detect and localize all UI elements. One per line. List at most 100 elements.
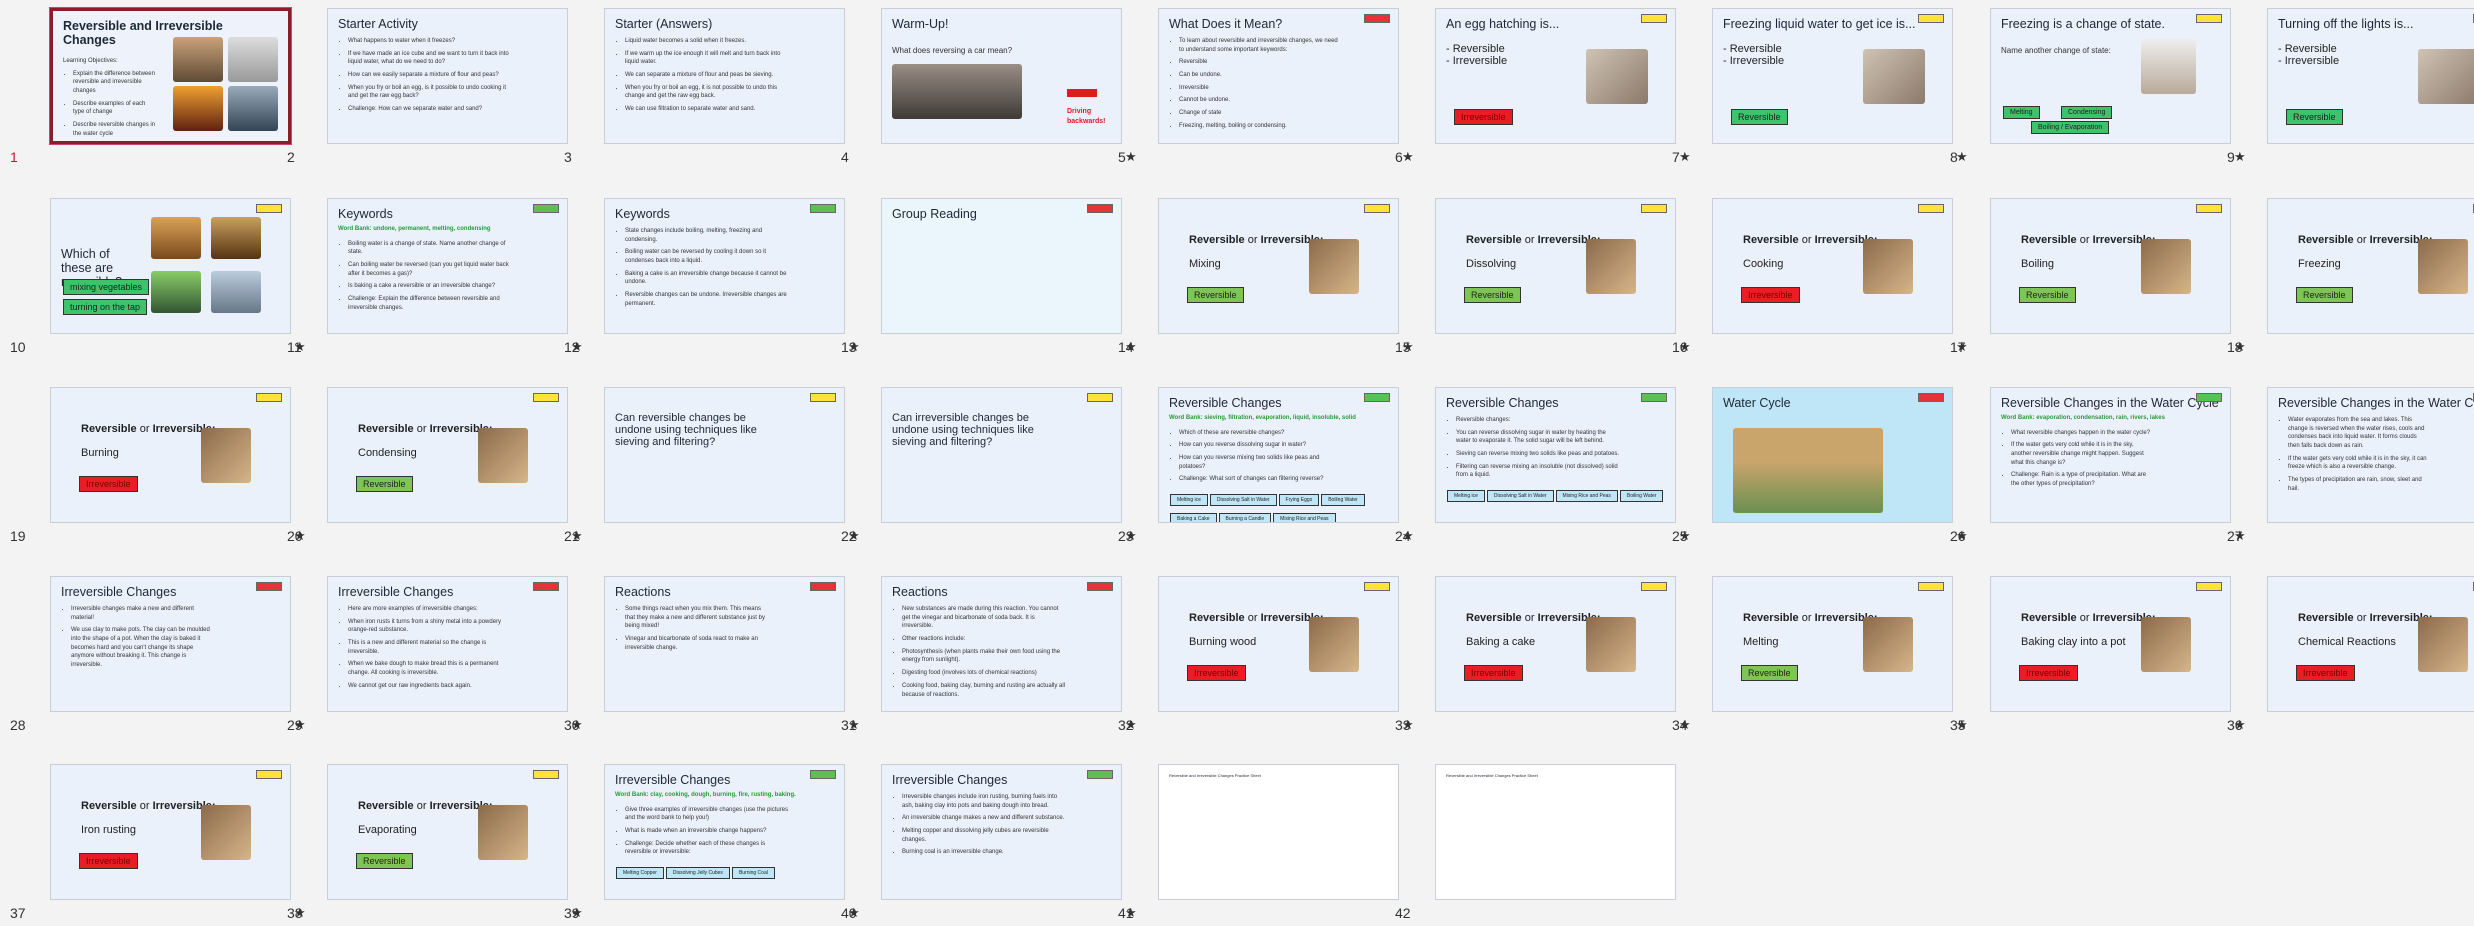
slide-number: 36 xyxy=(2227,717,2243,733)
slide-number: 23 xyxy=(1118,528,1134,544)
slide-text-list: State changes include boiling, melting, … xyxy=(615,227,790,309)
slide-bullet: Photosynthesis (when plants make their o… xyxy=(902,648,1067,665)
slide-image xyxy=(2418,617,2468,672)
slide-thumbnail[interactable]: What Does it Mean? To learn about reversi… xyxy=(1158,8,1399,144)
slide-thumbnail[interactable]: Irreversible Changes Word Bank: clay, coo… xyxy=(604,764,845,900)
slide-thumbnail[interactable]: Freezing liquid water to get ice is... - … xyxy=(1712,8,1953,144)
slide-thumbnail[interactable]: Reversible or Irreversible: Baking a cake… xyxy=(1435,576,1676,712)
label-or: or xyxy=(2076,612,2093,624)
slide-thumbnail[interactable]: Irreversible Changes Here are more exampl… xyxy=(327,576,568,712)
slide-thumbnail[interactable]: Reactions New substances are made during … xyxy=(881,576,1122,712)
label-tag xyxy=(1641,393,1667,402)
slide-content: Starter (Answers) Liquid water becomes a … xyxy=(605,9,844,143)
label-tag xyxy=(256,204,282,213)
answer-badge: Irreversible xyxy=(79,476,138,492)
answer-badge: Irreversible xyxy=(1187,665,1246,681)
slide-content: Keywords State changes include boiling, m… xyxy=(605,199,844,333)
option-chip: Mixing Rice and Peas xyxy=(1555,490,1618,503)
slide-thumbnail[interactable]: Reversible Changes in the Water Cycle Wat… xyxy=(2267,387,2474,523)
slide-image xyxy=(478,805,528,860)
slide-thumbnail[interactable]: Reversible or Irreversible: Burning wood I… xyxy=(1158,576,1399,712)
label-or: or xyxy=(2353,612,2370,624)
slide-thumbnail[interactable]: Keywords Word Bank: undone, permanent, me… xyxy=(327,198,568,334)
answer-badge: Reversible xyxy=(2286,109,2343,125)
slide-thumbnail[interactable]: Which of these are reversible?mixing veg… xyxy=(50,198,291,334)
slide-number: 20 xyxy=(287,528,303,544)
slide-thumbnail[interactable]: Reversible or Irreversible: Chemical Reac… xyxy=(2267,576,2474,712)
slide-thumbnail[interactable]: Reversible or Irreversible: Cooking Irreve… xyxy=(1712,198,1953,334)
slide-thumbnail[interactable]: Starter (Answers) Liquid water becomes a … xyxy=(604,8,845,144)
answer-badge: Reversible xyxy=(1731,109,1788,125)
slide-thumbnail[interactable]: Reversible or Irreversible: Baking clay i… xyxy=(1990,576,2231,712)
objectives-list: Explain the difference between reversibl… xyxy=(63,70,158,139)
slide-thumbnail[interactable]: Starter Activity What happens to water wh… xyxy=(327,8,568,144)
slide-content: Reversible or Irreversible: Melting Revers… xyxy=(1713,577,1952,711)
slide-thumbnail[interactable]: Reversible and Irreversible Changes Learn… xyxy=(50,8,291,144)
slide-thumbnail[interactable]: Water Cycle xyxy=(1712,387,1953,523)
slide-thumbnail[interactable]: Reversible or Irreversible: Boiling Revers… xyxy=(1990,198,2231,334)
label-reversible: Reversible xyxy=(1466,234,1522,246)
slide-thumbnail[interactable]: Reversible Changes Reversible changes: You… xyxy=(1435,387,1676,523)
slide-thumbnail[interactable]: Reversible and Irreversible Changes Prac… xyxy=(1158,764,1399,900)
slide-thumbnail[interactable]: Can irreversible changes be undone using… xyxy=(881,387,1122,523)
slide-bullet: Cannot be undone. xyxy=(1179,96,1344,105)
car-image xyxy=(892,64,1022,119)
slide-thumbnail[interactable]: Reversible or Irreversible: Dissolving Rev… xyxy=(1435,198,1676,334)
slide-thumbnail[interactable]: Reversible or Irreversible: Freezing Rever… xyxy=(2267,198,2474,334)
slide-title: Irreversible Changes xyxy=(615,773,731,787)
slide-thumbnail[interactable]: Reversible Changes Word Bank: sieving, fi… xyxy=(1158,387,1399,523)
slide-bullet: The types of precipitation are rain, sno… xyxy=(2288,476,2428,493)
slide-image xyxy=(2141,239,2191,294)
transition-star-icon[interactable]: ★ xyxy=(1125,149,1137,165)
transition-star-icon[interactable]: ★ xyxy=(1679,149,1691,165)
slide-bullet: Challenge: What sort of changes can filt… xyxy=(1179,475,1344,484)
slide-bullet: Sieving can reverse mixing two solids li… xyxy=(1456,450,1621,459)
slide-image xyxy=(1586,49,1648,104)
slide-content: Group Reading xyxy=(882,199,1121,333)
slide-image xyxy=(228,37,278,82)
label-or: or xyxy=(413,800,430,812)
slide-thumbnail[interactable]: An egg hatching is... - Reversible - Irrev… xyxy=(1435,8,1676,144)
slide-thumbnail[interactable]: Group Reading xyxy=(881,198,1122,334)
slide-thumbnail[interactable]: Reversible or Irreversible: Burning Irreve… xyxy=(50,387,291,523)
slide-bullet: Can be undone. xyxy=(1179,71,1344,80)
answer-badge: mixing vegetables xyxy=(63,279,150,295)
slide-thumbnail[interactable]: Irreversible Changes Irreversible changes… xyxy=(50,576,291,712)
slide-bullet: If the water gets very cold while it is … xyxy=(2288,455,2428,472)
slide-thumbnail[interactable]: Reversible or Irreversible: Evaporating Re… xyxy=(327,764,568,900)
slide-thumbnail[interactable]: Reversible or Irreversible: Condensing Rev… xyxy=(327,387,568,523)
slide-thumbnail[interactable]: Irreversible Changes Irreversible changes… xyxy=(881,764,1122,900)
slide-thumbnail[interactable]: Reactions Some things react when you mix … xyxy=(604,576,845,712)
slide-title: Starter Activity xyxy=(338,17,418,31)
answer-badge: Reversible xyxy=(1464,287,1521,303)
slide-thumbnail[interactable]: Reversible Changes in the Water Cycle Wor… xyxy=(1990,387,2231,523)
slide-thumbnail[interactable]: Warm-Up! What does reversing a car mean? D… xyxy=(881,8,1122,144)
slide-thumbnail[interactable]: Freezing is a change of state. Name anoth… xyxy=(1990,8,2231,144)
transition-star-icon[interactable]: ★ xyxy=(1402,149,1414,165)
slide-thumbnail[interactable]: Can reversible changes be undone using t… xyxy=(604,387,845,523)
slide-thumbnail[interactable]: Reversible or Irreversible: Mixing Reversi… xyxy=(1158,198,1399,334)
label-tag xyxy=(1918,393,1944,402)
slide-thumbnail[interactable]: Reversible or Irreversible: Iron rusting I… xyxy=(50,764,291,900)
slide-bullet: When you fry or boil an egg, is it possi… xyxy=(348,84,513,101)
slide-bullet: How can you reverse mixing two solids li… xyxy=(1179,454,1344,471)
label-tag xyxy=(1364,393,1390,402)
slide-question: What does reversing a car mean? xyxy=(892,46,1013,55)
slide-number: 4 xyxy=(841,149,849,165)
label-reversible: Reversible xyxy=(1466,612,1522,624)
word-bank: Word Bank: undone, permanent, melting, c… xyxy=(338,226,491,232)
answer-badge: Boiling / Evaporation xyxy=(2031,121,2110,134)
slide-content: Reversible Changes in the Water Cycle Wor… xyxy=(1991,388,2230,522)
slide-image xyxy=(1309,239,1359,294)
slide-thumbnail[interactable]: Reversible or Irreversible: Melting Revers… xyxy=(1712,576,1953,712)
slide-thumbnail[interactable]: Reversible and Irreversible Changes Prac… xyxy=(1435,764,1676,900)
slide-number: 35 xyxy=(1950,717,1966,733)
slide-bullet: How can you reverse dissolving sugar in … xyxy=(1179,441,1344,450)
transition-star-icon[interactable]: ★ xyxy=(2234,149,2246,165)
slide-number: 29 xyxy=(287,717,303,733)
slide-thumbnail[interactable]: Keywords State changes include boiling, m… xyxy=(604,198,845,334)
objective-item: Explain the difference between reversibl… xyxy=(73,70,158,96)
slide-image xyxy=(201,428,251,483)
label-tag xyxy=(1641,582,1667,591)
slide-thumbnail[interactable]: Turning off the lights is... - Reversible… xyxy=(2267,8,2474,144)
